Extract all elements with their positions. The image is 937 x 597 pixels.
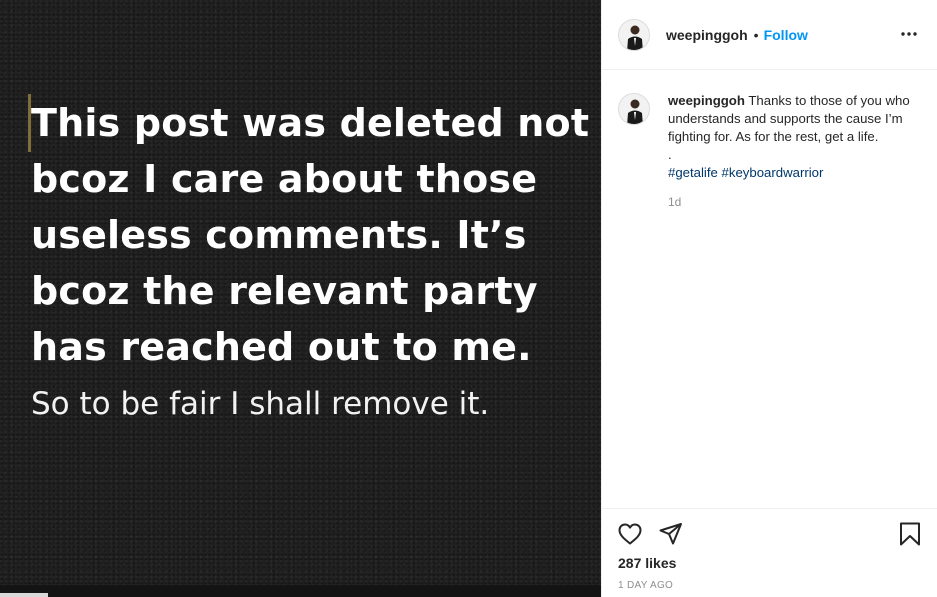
caption-dot-line: . xyxy=(668,147,672,162)
post-sidebar: weepinggoh • Follow weepinggoh Thanks to… xyxy=(601,0,937,597)
post-header: weepinggoh • Follow xyxy=(602,0,937,70)
likes-count[interactable]: 287 likes xyxy=(618,555,676,571)
header-separator: • xyxy=(753,26,759,43)
avatar-person-icon xyxy=(619,94,649,124)
paper-plane-icon[interactable] xyxy=(658,521,684,547)
post-image-regular-text: So to be fair I shall remove it. xyxy=(31,386,490,422)
caption-username[interactable]: weepinggoh xyxy=(668,93,745,108)
heart-icon[interactable] xyxy=(617,521,643,547)
bookmark-icon[interactable] xyxy=(897,521,923,547)
media-bottom-strip xyxy=(0,585,601,597)
avatar-person-icon xyxy=(619,19,649,50)
header-username[interactable]: weepinggoh xyxy=(666,27,748,43)
post-image-text: This post was deleted not bcoz I care ab… xyxy=(31,95,601,431)
caption-section: weepinggoh Thanks to those of you who un… xyxy=(602,70,937,211)
caption-hashtags: #getalife #keyboardwarrior xyxy=(668,165,823,180)
avatar[interactable] xyxy=(618,18,650,51)
scroll-indicator xyxy=(0,593,48,597)
post-image-bold-text: This post was deleted not bcoz I care ab… xyxy=(31,101,590,369)
posted-time[interactable]: 1 DAY AGO xyxy=(618,580,673,591)
post-actions: 287 likes 1 DAY AGO xyxy=(602,508,937,597)
post-image[interactable]: This post was deleted not bcoz I care ab… xyxy=(0,0,601,597)
follow-button[interactable]: Follow xyxy=(764,27,808,43)
caption-avatar[interactable] xyxy=(618,93,650,125)
hashtag-getalife[interactable]: #getalife xyxy=(668,165,718,180)
caption-body: weepinggoh Thanks to those of you who un… xyxy=(668,92,918,211)
instagram-post: This post was deleted not bcoz I care ab… xyxy=(0,0,937,597)
caption-age[interactable]: 1d xyxy=(668,193,918,211)
hashtag-keyboardwarrior[interactable]: #keyboardwarrior xyxy=(722,165,824,180)
more-horizontal-icon[interactable] xyxy=(899,24,919,44)
